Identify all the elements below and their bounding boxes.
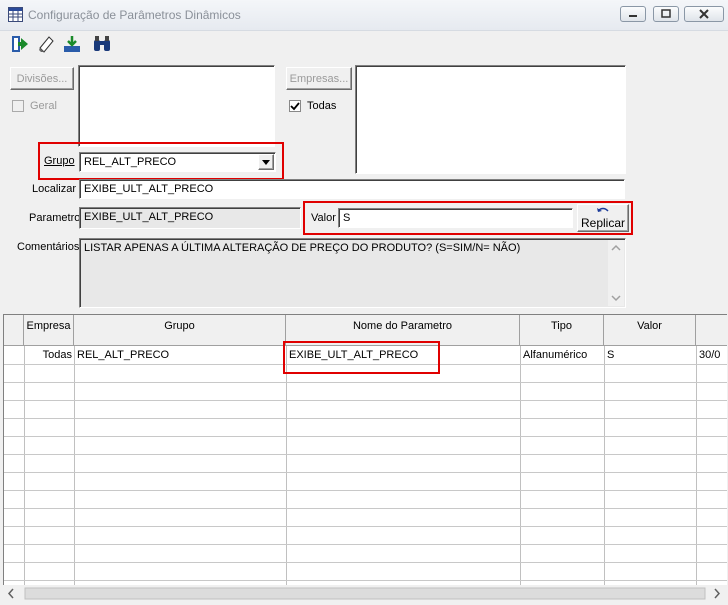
header-data[interactable]: [696, 315, 727, 346]
chevron-down-icon: [262, 160, 270, 165]
header-valor[interactable]: Valor: [604, 315, 696, 346]
cell-valor[interactable]: S: [607, 346, 695, 364]
undo-arrow-icon: [597, 207, 609, 212]
scroll-arrows-icon: [611, 244, 621, 302]
localizar-input[interactable]: EXIBE_ULT_ALT_PRECO: [79, 179, 625, 199]
header-grupo[interactable]: Grupo: [74, 315, 286, 346]
grid-horizontal-scrollbar[interactable]: [3, 585, 727, 602]
cell-data[interactable]: 30/0: [699, 346, 727, 364]
todas-checkbox[interactable]: [289, 100, 301, 112]
window-title: Configuração de Parâmetros Dinâmicos: [28, 8, 241, 22]
eraser-icon: [39, 36, 54, 53]
grupo-dropdown-button[interactable]: [258, 154, 274, 170]
grupo-value: REL_ALT_PRECO: [84, 156, 177, 168]
geral-checkbox[interactable]: [12, 100, 24, 112]
localizar-label: Localizar: [32, 183, 77, 195]
header-empresa[interactable]: Empresa: [24, 315, 74, 346]
exit-button[interactable]: [8, 33, 32, 55]
cell-grupo[interactable]: REL_ALT_PRECO: [77, 346, 285, 364]
app-icon: [8, 7, 23, 22]
comentarios-label: Comentários: [17, 241, 80, 253]
search-button[interactable]: [90, 33, 114, 55]
divisoes-button[interactable]: Divisões...: [10, 67, 74, 90]
valor-value: S: [343, 212, 351, 224]
divisoes-list[interactable]: [78, 65, 275, 147]
grupo-label: Grupo: [44, 155, 75, 167]
header-tipo[interactable]: Tipo: [520, 315, 604, 346]
empresas-list[interactable]: [355, 65, 626, 174]
minimize-button[interactable]: [620, 6, 646, 22]
nome-parametro-highlight: [283, 341, 440, 374]
localizar-value: EXIBE_ULT_ALT_PRECO: [84, 183, 214, 195]
valor-input[interactable]: S: [338, 208, 573, 228]
valor-label: Valor: [311, 212, 336, 224]
cell-empresa[interactable]: Todas: [24, 346, 72, 364]
parametro-field: EXIBE_ULT_ALT_PRECO: [79, 207, 301, 229]
comentarios-textarea[interactable]: LISTAR APENAS A ÚLTIMA ALTERAÇÃO DE PREÇ…: [79, 238, 626, 308]
replicar-label: Replicar: [580, 216, 625, 230]
binoculars-icon: [94, 36, 110, 51]
replicar-button[interactable]: Replicar: [577, 204, 629, 232]
parametro-value: EXIBE_ULT_ALT_PRECO: [84, 211, 214, 223]
parametro-label: Parametro: [29, 212, 81, 224]
maximize-button[interactable]: [653, 6, 679, 22]
todas-label: Todas: [307, 100, 337, 112]
cell-tipo[interactable]: Alfanumérico: [523, 346, 603, 364]
eraser-button[interactable]: [34, 33, 58, 55]
checkmark-icon: [290, 102, 300, 111]
comentarios-value: LISTAR APENAS A ÚLTIMA ALTERAÇÃO DE PREÇ…: [84, 242, 521, 254]
import-button[interactable]: [60, 33, 84, 55]
comentarios-scrollbar[interactable]: [608, 240, 624, 306]
scroll-arrows-icon: [7, 587, 721, 600]
exit-icon: [12, 36, 28, 52]
grupo-select[interactable]: REL_ALT_PRECO: [79, 152, 276, 172]
close-button[interactable]: [684, 6, 724, 22]
row-indicator-header: [4, 315, 24, 346]
import-icon: [64, 36, 80, 52]
geral-label: Geral: [30, 100, 57, 112]
empresas-button[interactable]: Empresas...: [286, 67, 352, 90]
